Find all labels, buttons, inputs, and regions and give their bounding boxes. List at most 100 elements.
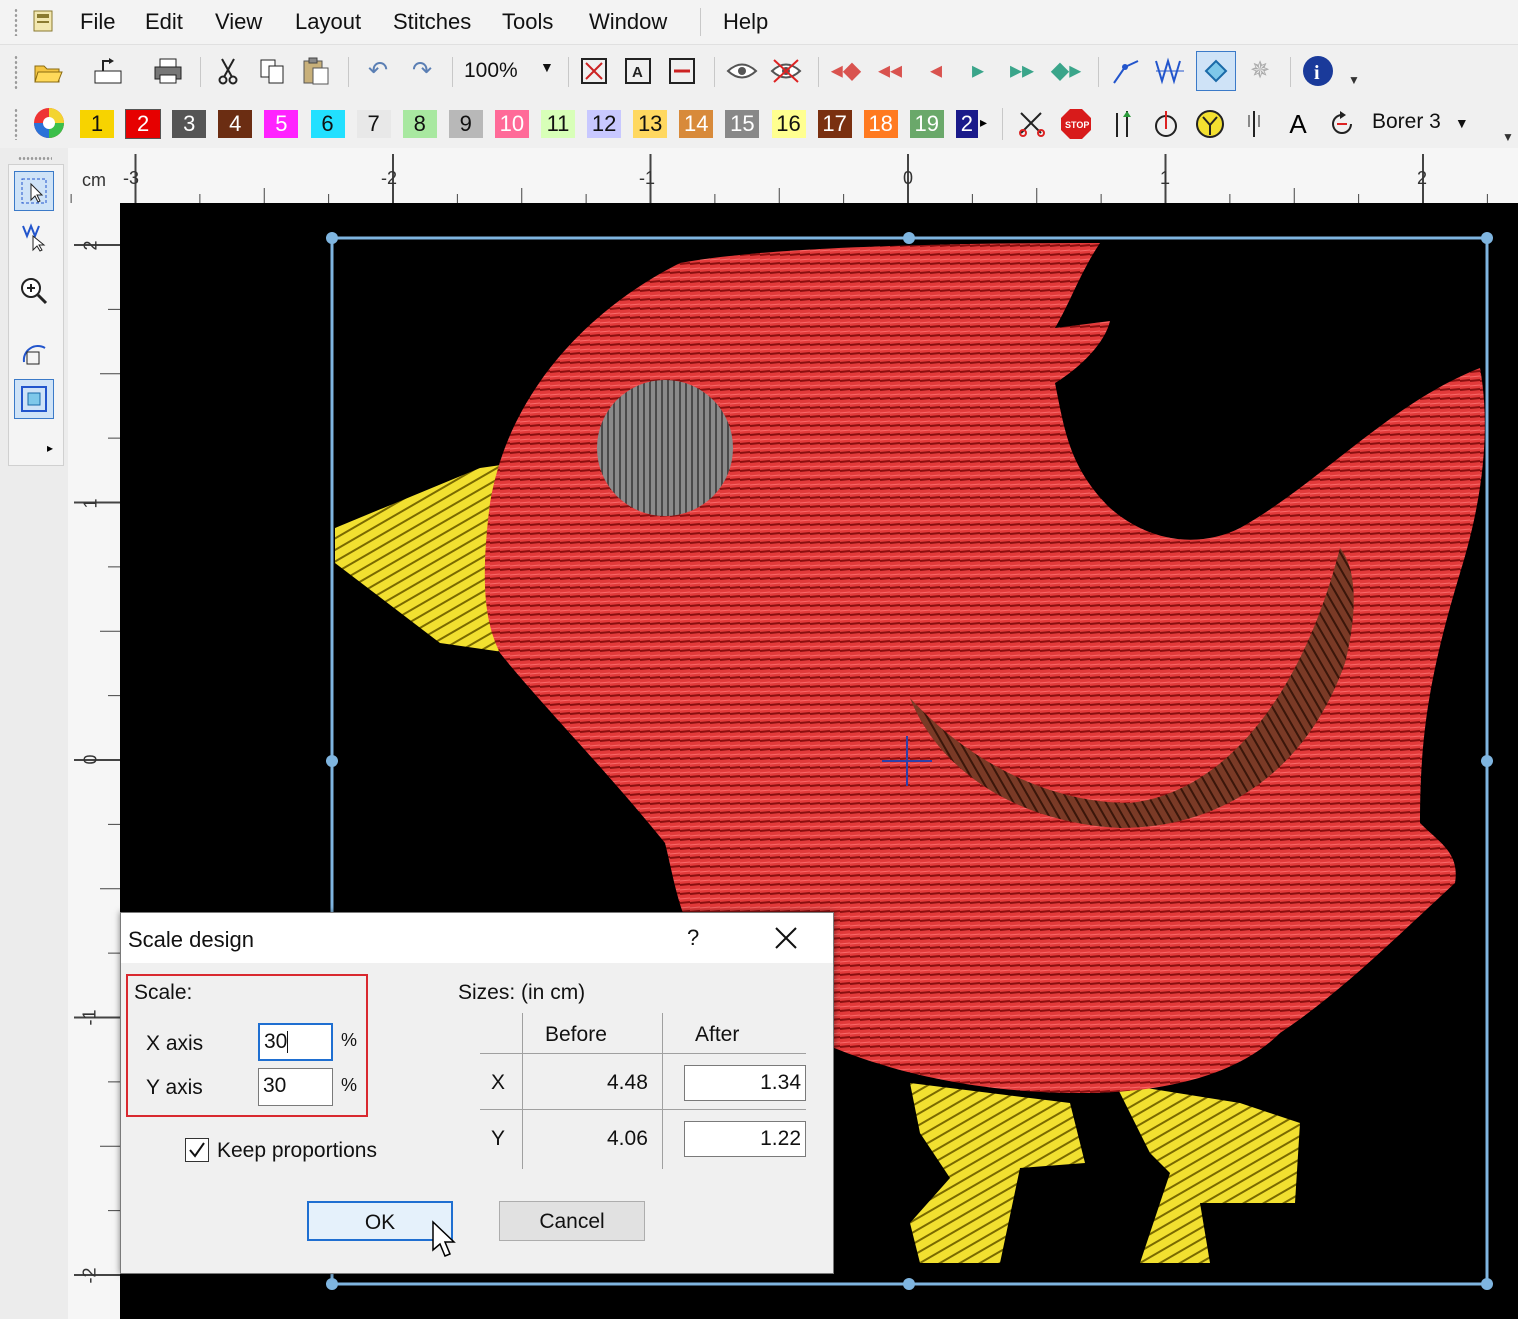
color-swatch[interactable]: 19 xyxy=(909,110,944,138)
color-swatch[interactable]: 17 xyxy=(817,110,852,138)
color-swatch[interactable]: 1 xyxy=(80,110,114,138)
color-swatch[interactable]: 2 xyxy=(125,109,162,139)
close-icon[interactable] xyxy=(773,925,799,951)
app-icon[interactable] xyxy=(32,8,56,34)
color-swatch[interactable]: 3 xyxy=(172,110,207,138)
copy-icon[interactable] xyxy=(256,55,288,87)
zoom-in-icon[interactable] xyxy=(14,271,54,311)
needle-icon[interactable] xyxy=(1238,108,1270,140)
zoom-dropdown[interactable]: 100% ▼ xyxy=(464,59,556,85)
color-swatch[interactable]: 4 xyxy=(218,110,253,138)
keep-proportions-label[interactable]: Keep proportions xyxy=(217,1139,377,1163)
text-icon[interactable]: A xyxy=(1282,108,1314,140)
color-swatch[interactable]: 10 xyxy=(494,110,529,138)
x-axis-value: 30 xyxy=(264,1030,288,1053)
y-percent-label: % xyxy=(341,1075,358,1095)
color-swatch[interactable]: 9 xyxy=(448,110,483,138)
jump-icon[interactable] xyxy=(1106,108,1138,140)
menu-view[interactable]: View xyxy=(215,9,262,35)
y-axis-label: Y axis xyxy=(146,1076,203,1099)
keep-proportions-checkbox[interactable] xyxy=(185,1138,209,1162)
open-folder-icon[interactable] xyxy=(32,55,64,87)
scale-design-dialog: Scale design ? Scale: X axis 30 % Y axis… xyxy=(120,912,834,1274)
draw-line-icon[interactable] xyxy=(1110,55,1142,87)
menu-edit[interactable]: Edit xyxy=(145,9,183,35)
zoom-fit-icon[interactable] xyxy=(578,55,610,87)
prev-stitch-icon[interactable]: ◂ xyxy=(920,55,952,87)
menu-tools[interactable]: Tools xyxy=(502,9,553,35)
cancel-button[interactable]: Cancel xyxy=(499,1201,645,1241)
color-swatch[interactable]: 16 xyxy=(771,110,806,138)
color-swatch[interactable]: 14 xyxy=(679,110,714,138)
toolbar-separator xyxy=(714,57,715,87)
menu-help[interactable]: Help xyxy=(723,9,768,35)
color-palette-icon[interactable] xyxy=(32,107,64,139)
text-caret xyxy=(287,1031,289,1054)
sizes-label: Sizes: (in cm) xyxy=(458,981,586,1004)
color-swatch[interactable]: 18 xyxy=(863,110,898,138)
zoom-selection-icon[interactable]: A xyxy=(622,55,654,87)
rotate-icon[interactable] xyxy=(1326,108,1358,140)
print-icon[interactable] xyxy=(152,55,184,87)
stitch-select-icon[interactable] xyxy=(14,217,54,257)
needle-down-icon[interactable] xyxy=(1150,108,1182,140)
menu-window[interactable]: Window xyxy=(589,9,667,35)
toolbar-overflow-icon[interactable]: ▼ xyxy=(1502,130,1514,144)
trim-icon[interactable] xyxy=(1016,108,1048,140)
cut-icon[interactable] xyxy=(212,55,244,87)
color-swatch[interactable]: 15 xyxy=(725,110,760,138)
undo-icon[interactable]: ↶ xyxy=(362,55,394,87)
ruler-label: -1 xyxy=(79,1009,100,1026)
color-swatch[interactable]: 2 xyxy=(955,110,978,138)
next-stitch-icon[interactable]: ▸ xyxy=(962,55,994,87)
help-button[interactable]: ? xyxy=(687,925,699,951)
rotate-design-icon[interactable] xyxy=(14,333,54,373)
borer-dropdown[interactable]: Borer 3 ▼ xyxy=(1372,110,1469,134)
menu-stitches[interactable]: Stitches xyxy=(393,9,471,35)
color-swatch[interactable]: 11 xyxy=(541,110,575,138)
redo-icon[interactable]: ↷ xyxy=(406,55,438,87)
y-axis-scale-input[interactable]: 30 xyxy=(258,1068,333,1106)
color-swatch[interactable]: 13 xyxy=(633,110,668,138)
toolbar-overflow-icon[interactable]: ▼ xyxy=(1348,73,1360,87)
x-axis-scale-input[interactable]: 30 xyxy=(258,1023,333,1061)
export-icon[interactable] xyxy=(92,55,124,87)
info-icon[interactable]: i xyxy=(1302,55,1334,87)
ruler-label: 1 xyxy=(80,498,101,509)
stop-icon[interactable]: STOP xyxy=(1060,108,1092,140)
select-tool-icon[interactable] xyxy=(1196,51,1236,91)
menu-layout[interactable]: Layout xyxy=(295,9,361,35)
x-after-value: 1.34 xyxy=(760,1071,801,1094)
checkmark-icon xyxy=(189,1142,205,1158)
color-swatch[interactable]: 7 xyxy=(356,110,391,138)
paste-icon[interactable] xyxy=(300,55,332,87)
grip-handle[interactable] xyxy=(14,55,18,89)
grip-handle[interactable] xyxy=(18,156,52,160)
zoom-width-icon[interactable] xyxy=(666,55,698,87)
dialog-title-bar[interactable]: Scale design ? xyxy=(121,913,833,963)
x-after-input[interactable]: 1.34 xyxy=(684,1065,806,1101)
preview-eye-icon[interactable] xyxy=(726,55,758,87)
grip-handle[interactable] xyxy=(14,108,18,140)
settings-icon[interactable]: ✵ xyxy=(1244,55,1276,87)
scale-design-icon[interactable] xyxy=(14,379,54,419)
color-swatch[interactable]: 12 xyxy=(587,110,622,138)
hide-eye-icon[interactable] xyxy=(770,55,802,87)
color-swatch[interactable]: 6 xyxy=(310,110,345,138)
prev-color-icon[interactable]: ◂◂ xyxy=(874,55,906,87)
svg-text:A: A xyxy=(632,64,643,81)
grip-handle[interactable] xyxy=(14,8,18,36)
scroll-right-icon[interactable]: ▸ xyxy=(980,114,987,131)
first-color-icon[interactable]: ◂◆ xyxy=(830,55,862,87)
last-color-icon[interactable]: ◆▸ xyxy=(1050,55,1082,87)
color-swatch[interactable]: 8 xyxy=(402,110,437,138)
select-pointer-icon[interactable] xyxy=(14,171,54,211)
y-after-input[interactable]: 1.22 xyxy=(684,1121,806,1157)
expand-icon[interactable]: ▸ xyxy=(47,441,53,455)
menu-file[interactable]: File xyxy=(80,9,115,35)
color-swatch[interactable]: 5 xyxy=(264,110,299,138)
tie-icon[interactable] xyxy=(1194,108,1226,140)
stitch-density-icon[interactable] xyxy=(1154,55,1186,87)
bird-eye xyxy=(597,380,733,516)
next-color-icon[interactable]: ▸▸ xyxy=(1006,55,1038,87)
